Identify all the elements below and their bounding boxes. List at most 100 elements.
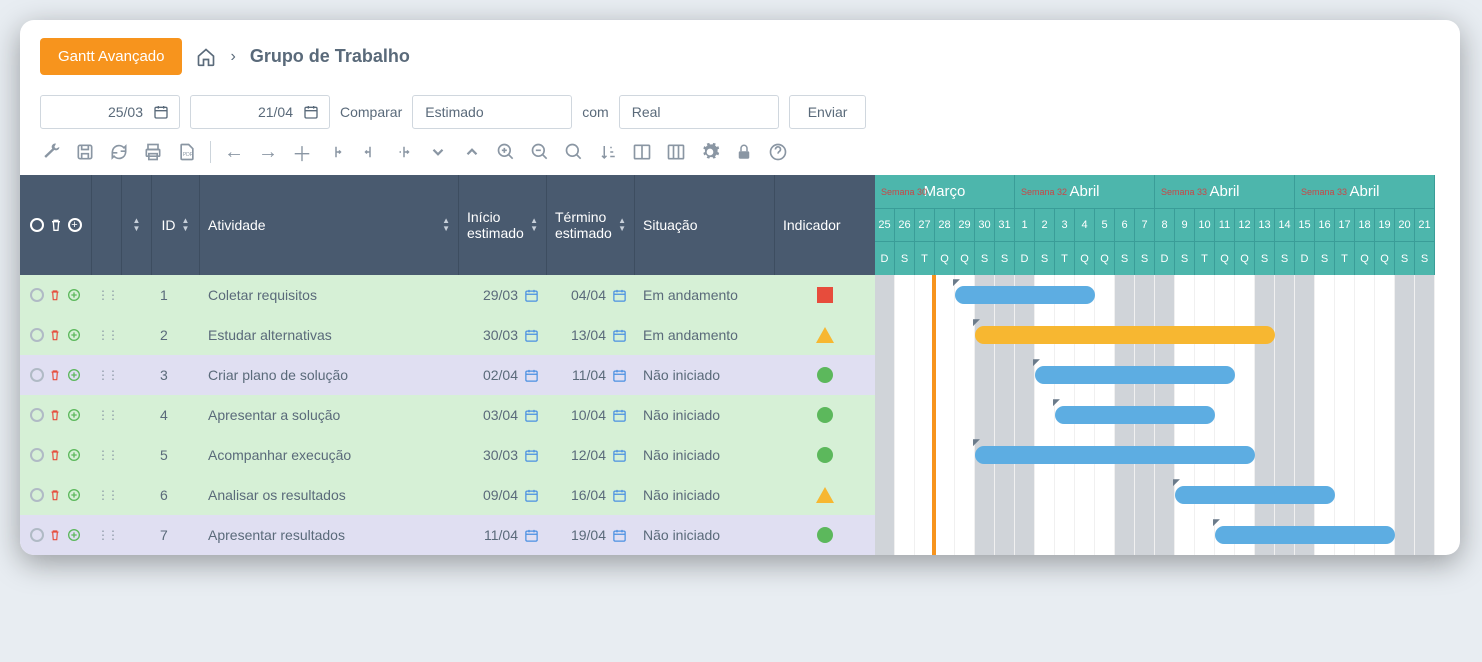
drag-handle[interactable]: ⋮⋮ (92, 395, 122, 435)
sort-icon[interactable] (597, 141, 619, 163)
drag-handle[interactable]: ⋮⋮ (92, 315, 122, 355)
select-circle[interactable] (30, 368, 44, 382)
indent-left-icon[interactable] (359, 141, 381, 163)
lock-icon[interactable] (733, 141, 755, 163)
col-start[interactable]: Início estimado▲▼ (459, 175, 547, 275)
gantt-bar[interactable] (955, 286, 1095, 304)
cell-end[interactable]: 16/04 (547, 475, 635, 515)
delete-icon[interactable] (48, 528, 62, 542)
zoom-fit-icon[interactable] (563, 141, 585, 163)
cell-start[interactable]: 11/04 (459, 515, 547, 555)
with-select[interactable]: Real (619, 95, 779, 129)
add-icon[interactable] (66, 407, 82, 423)
select-circle[interactable] (30, 328, 44, 342)
col-activity[interactable]: Atividade▲▼ (200, 175, 459, 275)
cell-start[interactable]: 29/03 (459, 275, 547, 315)
select-circle[interactable] (30, 488, 44, 502)
cell-start[interactable]: 09/04 (459, 475, 547, 515)
gantt-bar[interactable] (1055, 406, 1215, 424)
table-row[interactable]: ⋮⋮2Estudar alternativas30/0313/04Em anda… (20, 315, 875, 355)
delete-icon[interactable] (48, 408, 62, 422)
select-circle[interactable] (30, 288, 44, 302)
layout-columns-icon[interactable] (665, 141, 687, 163)
date-from-input[interactable]: 25/03 (40, 95, 180, 129)
home-icon[interactable] (196, 47, 216, 67)
expand-down-icon[interactable] (427, 141, 449, 163)
indent-right-icon[interactable] (325, 141, 347, 163)
gantt-bar[interactable] (1035, 366, 1235, 384)
expand-toggle[interactable] (122, 355, 152, 395)
drag-handle[interactable]: ⋮⋮ (92, 355, 122, 395)
collapse-up-icon[interactable] (461, 141, 483, 163)
select-circle[interactable] (30, 448, 44, 462)
redo-icon[interactable]: → (257, 141, 279, 163)
gantt-advanced-button[interactable]: Gantt Avançado (40, 38, 182, 75)
gantt-bar[interactable] (1215, 526, 1395, 544)
cell-end[interactable]: 10/04 (547, 395, 635, 435)
print-icon[interactable] (142, 141, 164, 163)
drag-handle[interactable]: ⋮⋮ (92, 515, 122, 555)
cell-start[interactable]: 30/03 (459, 435, 547, 475)
delete-icon[interactable] (48, 288, 62, 302)
delete-icon[interactable] (48, 368, 62, 382)
wrench-icon[interactable] (40, 141, 62, 163)
drag-handle[interactable]: ⋮⋮ (92, 275, 122, 315)
cell-start[interactable]: 02/04 (459, 355, 547, 395)
pdf-icon[interactable]: PDF (176, 141, 198, 163)
col-expand[interactable]: ▲▼ (122, 175, 152, 275)
add-icon[interactable] (66, 327, 82, 343)
col-id[interactable]: ID▲▼ (152, 175, 200, 275)
expand-toggle[interactable] (122, 275, 152, 315)
gantt-bar[interactable] (975, 326, 1275, 344)
add-icon[interactable] (66, 447, 82, 463)
delete-icon[interactable] (48, 328, 62, 342)
table-row[interactable]: ⋮⋮7Apresentar resultados11/0419/04Não in… (20, 515, 875, 555)
select-circle[interactable] (30, 528, 44, 542)
weekday-header: S (1115, 242, 1135, 275)
col-actions: + (20, 175, 92, 275)
refresh-icon[interactable] (108, 141, 130, 163)
help-icon[interactable] (767, 141, 789, 163)
drag-handle[interactable]: ⋮⋮ (92, 475, 122, 515)
table-row[interactable]: ⋮⋮6Analisar os resultados09/0416/04Não i… (20, 475, 875, 515)
send-button[interactable]: Enviar (789, 95, 867, 129)
delete-icon[interactable] (48, 448, 62, 462)
select-circle[interactable] (30, 408, 44, 422)
expand-toggle[interactable] (122, 475, 152, 515)
save-icon[interactable] (74, 141, 96, 163)
undo-icon[interactable]: ← (223, 141, 245, 163)
cell-start[interactable]: 30/03 (459, 315, 547, 355)
add-icon[interactable] (66, 287, 82, 303)
date-to-input[interactable]: 21/04 (190, 95, 330, 129)
add-icon[interactable]: ＋ (291, 141, 313, 163)
expand-toggle[interactable] (122, 315, 152, 355)
expand-toggle[interactable] (122, 435, 152, 475)
col-status[interactable]: Situação (635, 175, 775, 275)
table-row[interactable]: ⋮⋮4Apresentar a solução03/0410/04Não ini… (20, 395, 875, 435)
zoom-out-icon[interactable] (529, 141, 551, 163)
table-row[interactable]: ⋮⋮5Acompanhar execução30/0312/04Não inic… (20, 435, 875, 475)
gantt-bar[interactable] (1175, 486, 1335, 504)
delete-icon[interactable] (48, 488, 62, 502)
add-icon[interactable] (66, 527, 82, 543)
cell-end[interactable]: 19/04 (547, 515, 635, 555)
compare-select[interactable]: Estimado (412, 95, 572, 129)
gantt-bar[interactable] (975, 446, 1255, 464)
zoom-in-icon[interactable] (495, 141, 517, 163)
table-row[interactable]: ⋮⋮1Coletar requisitos29/0304/04Em andame… (20, 275, 875, 315)
cell-end[interactable]: 11/04 (547, 355, 635, 395)
expand-toggle[interactable] (122, 515, 152, 555)
cell-start[interactable]: 03/04 (459, 395, 547, 435)
table-row[interactable]: ⋮⋮3Criar plano de solução02/0411/04Não i… (20, 355, 875, 395)
gear-icon[interactable] (699, 141, 721, 163)
outdent-icon[interactable] (393, 141, 415, 163)
layout-split-icon[interactable] (631, 141, 653, 163)
cell-end[interactable]: 13/04 (547, 315, 635, 355)
add-icon[interactable] (66, 367, 82, 383)
add-icon[interactable] (66, 487, 82, 503)
expand-toggle[interactable] (122, 395, 152, 435)
drag-handle[interactable]: ⋮⋮ (92, 435, 122, 475)
cell-end[interactable]: 12/04 (547, 435, 635, 475)
col-end[interactable]: Término estimado▲▼ (547, 175, 635, 275)
cell-end[interactable]: 04/04 (547, 275, 635, 315)
